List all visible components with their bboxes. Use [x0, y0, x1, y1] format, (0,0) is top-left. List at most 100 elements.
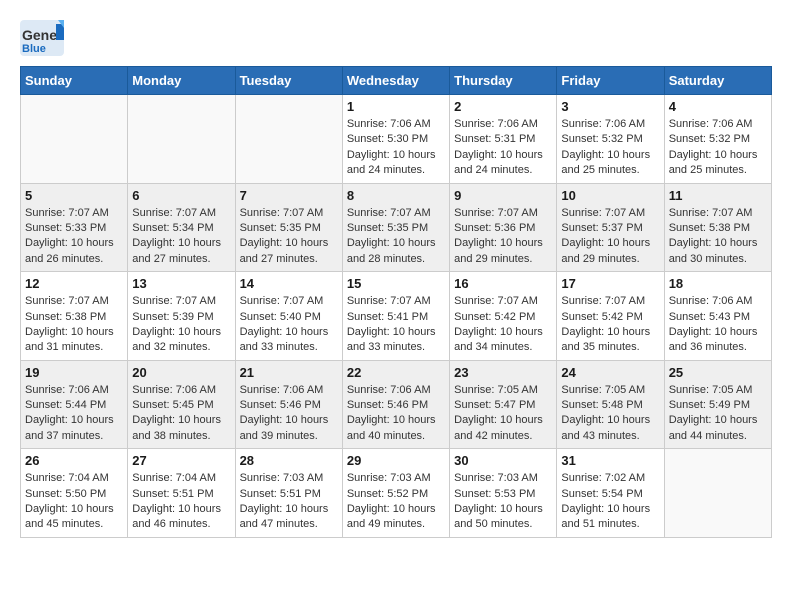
logo: General Blue: [20, 20, 64, 56]
calendar-cell: 24 Sunrise: 7:05 AM Sunset: 5:48 PM Dayli…: [557, 360, 664, 449]
day-info: Sunrise: 7:07 AM Sunset: 5:42 PM Dayligh…: [454, 294, 552, 356]
calendar-header: SundayMondayTuesdayWednesdayThursdayFrid…: [21, 67, 772, 95]
calendar-cell: 10 Sunrise: 7:07 AM Sunset: 5:37 PM Dayli…: [557, 183, 664, 272]
day-info: Sunrise: 7:06 AM Sunset: 5:32 PM Dayligh…: [561, 117, 659, 179]
calendar-cell: 19 Sunrise: 7:06 AM Sunset: 5:44 PM Dayli…: [21, 360, 128, 449]
day-info: Sunrise: 7:05 AM Sunset: 5:48 PM Dayligh…: [561, 383, 659, 445]
day-number: 10: [561, 188, 659, 203]
day-number: 29: [347, 453, 445, 468]
day-info: Sunrise: 7:06 AM Sunset: 5:46 PM Dayligh…: [347, 383, 445, 445]
calendar-cell: 23 Sunrise: 7:05 AM Sunset: 5:47 PM Dayli…: [450, 360, 557, 449]
day-number: 12: [25, 276, 123, 291]
day-info: Sunrise: 7:06 AM Sunset: 5:30 PM Dayligh…: [347, 117, 445, 179]
day-number: 4: [669, 99, 767, 114]
day-info: Sunrise: 7:03 AM Sunset: 5:51 PM Dayligh…: [240, 471, 338, 533]
calendar-cell: 25 Sunrise: 7:05 AM Sunset: 5:49 PM Dayli…: [664, 360, 771, 449]
calendar-cell: 29 Sunrise: 7:03 AM Sunset: 5:52 PM Dayli…: [342, 449, 449, 538]
weekday-header: Saturday: [664, 67, 771, 95]
day-number: 16: [454, 276, 552, 291]
calendar-cell: 22 Sunrise: 7:06 AM Sunset: 5:46 PM Dayli…: [342, 360, 449, 449]
calendar-cell: 31Sunrise: 7:02 AM Sunset: 5:54 PM Dayli…: [557, 449, 664, 538]
day-info: Sunrise: 7:07 AM Sunset: 5:42 PM Dayligh…: [561, 294, 659, 356]
day-info: Sunrise: 7:06 AM Sunset: 5:44 PM Dayligh…: [25, 383, 123, 445]
day-number: 30: [454, 453, 552, 468]
calendar-cell: 8 Sunrise: 7:07 AM Sunset: 5:35 PM Daylig…: [342, 183, 449, 272]
day-info: Sunrise: 7:06 AM Sunset: 5:32 PM Dayligh…: [669, 117, 767, 179]
day-info: Sunrise: 7:07 AM Sunset: 5:37 PM Dayligh…: [561, 206, 659, 268]
day-info: Sunrise: 7:07 AM Sunset: 5:40 PM Dayligh…: [240, 294, 338, 356]
day-number: 26: [25, 453, 123, 468]
calendar-cell: 13Sunrise: 7:07 AM Sunset: 5:39 PM Dayli…: [128, 272, 235, 361]
day-number: 28: [240, 453, 338, 468]
day-info: Sunrise: 7:04 AM Sunset: 5:51 PM Dayligh…: [132, 471, 230, 533]
day-number: 19: [25, 365, 123, 380]
weekday-header: Monday: [128, 67, 235, 95]
day-number: 20: [132, 365, 230, 380]
day-number: 22: [347, 365, 445, 380]
day-number: 17: [561, 276, 659, 291]
calendar-cell: 7 Sunrise: 7:07 AM Sunset: 5:35 PM Daylig…: [235, 183, 342, 272]
logo-icon: General Blue: [20, 20, 64, 56]
calendar-cell: 1 Sunrise: 7:06 AM Sunset: 5:30 PM Daylig…: [342, 95, 449, 184]
svg-text:Blue: Blue: [22, 43, 46, 55]
calendar-cell: 28 Sunrise: 7:03 AM Sunset: 5:51 PM Dayli…: [235, 449, 342, 538]
weekday-header: Tuesday: [235, 67, 342, 95]
day-info: Sunrise: 7:02 AM Sunset: 5:54 PM Dayligh…: [561, 471, 659, 533]
day-number: 3: [561, 99, 659, 114]
day-number: 7: [240, 188, 338, 203]
calendar-cell: [128, 95, 235, 184]
calendar-body: 1 Sunrise: 7:06 AM Sunset: 5:30 PM Daylig…: [21, 95, 772, 538]
day-info: Sunrise: 7:03 AM Sunset: 5:53 PM Dayligh…: [454, 471, 552, 533]
day-number: 11: [669, 188, 767, 203]
calendar-cell: [235, 95, 342, 184]
calendar-cell: 14 Sunrise: 7:07 AM Sunset: 5:40 PM Dayli…: [235, 272, 342, 361]
day-info: Sunrise: 7:06 AM Sunset: 5:46 PM Dayligh…: [240, 383, 338, 445]
day-number: 9: [454, 188, 552, 203]
day-info: Sunrise: 7:06 AM Sunset: 5:43 PM Dayligh…: [669, 294, 767, 356]
calendar-cell: 2 Sunrise: 7:06 AM Sunset: 5:31 PM Daylig…: [450, 95, 557, 184]
day-info: Sunrise: 7:07 AM Sunset: 5:35 PM Dayligh…: [240, 206, 338, 268]
calendar-cell: 11Sunrise: 7:07 AM Sunset: 5:38 PM Dayli…: [664, 183, 771, 272]
calendar-cell: 3 Sunrise: 7:06 AM Sunset: 5:32 PM Daylig…: [557, 95, 664, 184]
day-info: Sunrise: 7:05 AM Sunset: 5:49 PM Dayligh…: [669, 383, 767, 445]
weekday-header: Sunday: [21, 67, 128, 95]
day-info: Sunrise: 7:06 AM Sunset: 5:31 PM Dayligh…: [454, 117, 552, 179]
calendar-cell: 27 Sunrise: 7:04 AM Sunset: 5:51 PM Dayli…: [128, 449, 235, 538]
day-number: 23: [454, 365, 552, 380]
calendar-cell: 21Sunrise: 7:06 AM Sunset: 5:46 PM Dayli…: [235, 360, 342, 449]
calendar-cell: 18Sunrise: 7:06 AM Sunset: 5:43 PM Dayli…: [664, 272, 771, 361]
calendar-cell: [21, 95, 128, 184]
day-info: Sunrise: 7:05 AM Sunset: 5:47 PM Dayligh…: [454, 383, 552, 445]
day-info: Sunrise: 7:03 AM Sunset: 5:52 PM Dayligh…: [347, 471, 445, 533]
calendar-table: SundayMondayTuesdayWednesdayThursdayFrid…: [20, 66, 772, 538]
day-number: 27: [132, 453, 230, 468]
day-info: Sunrise: 7:07 AM Sunset: 5:33 PM Dayligh…: [25, 206, 123, 268]
day-info: Sunrise: 7:07 AM Sunset: 5:41 PM Dayligh…: [347, 294, 445, 356]
calendar-cell: 20 Sunrise: 7:06 AM Sunset: 5:45 PM Dayli…: [128, 360, 235, 449]
day-info: Sunrise: 7:07 AM Sunset: 5:36 PM Dayligh…: [454, 206, 552, 268]
weekday-header: Wednesday: [342, 67, 449, 95]
day-number: 13: [132, 276, 230, 291]
calendar-cell: 9 Sunrise: 7:07 AM Sunset: 5:36 PM Daylig…: [450, 183, 557, 272]
day-number: 24: [561, 365, 659, 380]
calendar-cell: 30 Sunrise: 7:03 AM Sunset: 5:53 PM Dayli…: [450, 449, 557, 538]
day-number: 15: [347, 276, 445, 291]
weekday-header: Friday: [557, 67, 664, 95]
day-number: 14: [240, 276, 338, 291]
calendar-cell: 12Sunrise: 7:07 AM Sunset: 5:38 PM Dayli…: [21, 272, 128, 361]
day-number: 2: [454, 99, 552, 114]
day-number: 1: [347, 99, 445, 114]
calendar-cell: [664, 449, 771, 538]
day-info: Sunrise: 7:07 AM Sunset: 5:34 PM Dayligh…: [132, 206, 230, 268]
day-number: 25: [669, 365, 767, 380]
day-info: Sunrise: 7:07 AM Sunset: 5:35 PM Dayligh…: [347, 206, 445, 268]
calendar-cell: 26 Sunrise: 7:04 AM Sunset: 5:50 PM Dayli…: [21, 449, 128, 538]
calendar-cell: 6 Sunrise: 7:07 AM Sunset: 5:34 PM Daylig…: [128, 183, 235, 272]
page-header: General Blue: [20, 20, 772, 56]
day-number: 8: [347, 188, 445, 203]
calendar-cell: 4 Sunrise: 7:06 AM Sunset: 5:32 PM Daylig…: [664, 95, 771, 184]
calendar-cell: 5Sunrise: 7:07 AM Sunset: 5:33 PM Daylig…: [21, 183, 128, 272]
day-info: Sunrise: 7:04 AM Sunset: 5:50 PM Dayligh…: [25, 471, 123, 533]
day-number: 6: [132, 188, 230, 203]
day-info: Sunrise: 7:06 AM Sunset: 5:45 PM Dayligh…: [132, 383, 230, 445]
